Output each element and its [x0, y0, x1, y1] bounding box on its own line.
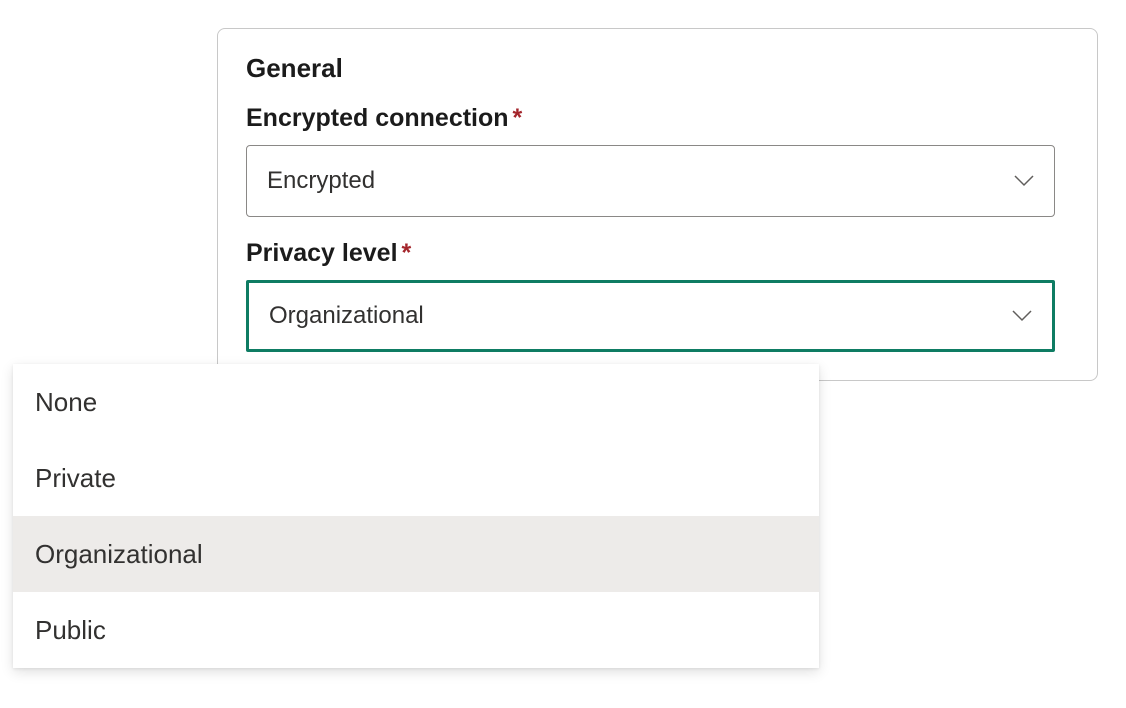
option-label: Public [35, 615, 106, 646]
privacy-option-private[interactable]: Private [13, 440, 819, 516]
required-indicator: * [402, 239, 412, 267]
encrypted-connection-label: Encrypted connection* [246, 104, 1069, 133]
privacy-option-organizational[interactable]: Organizational [13, 516, 819, 592]
encrypted-connection-value: Encrypted [267, 167, 375, 195]
privacy-option-none[interactable]: None [13, 364, 819, 440]
encrypted-connection-label-text: Encrypted connection [246, 104, 509, 132]
option-label: Organizational [35, 539, 203, 570]
privacy-level-options-list: None Private Organizational Public [13, 364, 819, 668]
privacy-level-value: Organizational [269, 302, 424, 330]
privacy-level-label: Privacy level* [246, 239, 1069, 268]
required-indicator: * [513, 104, 523, 132]
general-settings-panel: General Encrypted connection* Encrypted … [217, 28, 1098, 381]
chevron-down-icon [1014, 175, 1034, 187]
encrypted-connection-dropdown[interactable]: Encrypted [246, 145, 1055, 217]
option-label: None [35, 387, 97, 418]
privacy-option-public[interactable]: Public [13, 592, 819, 668]
section-title: General [246, 53, 1069, 84]
option-label: Private [35, 463, 116, 494]
privacy-level-label-text: Privacy level [246, 239, 398, 267]
privacy-level-dropdown[interactable]: Organizational [246, 280, 1055, 352]
chevron-down-icon [1012, 310, 1032, 322]
